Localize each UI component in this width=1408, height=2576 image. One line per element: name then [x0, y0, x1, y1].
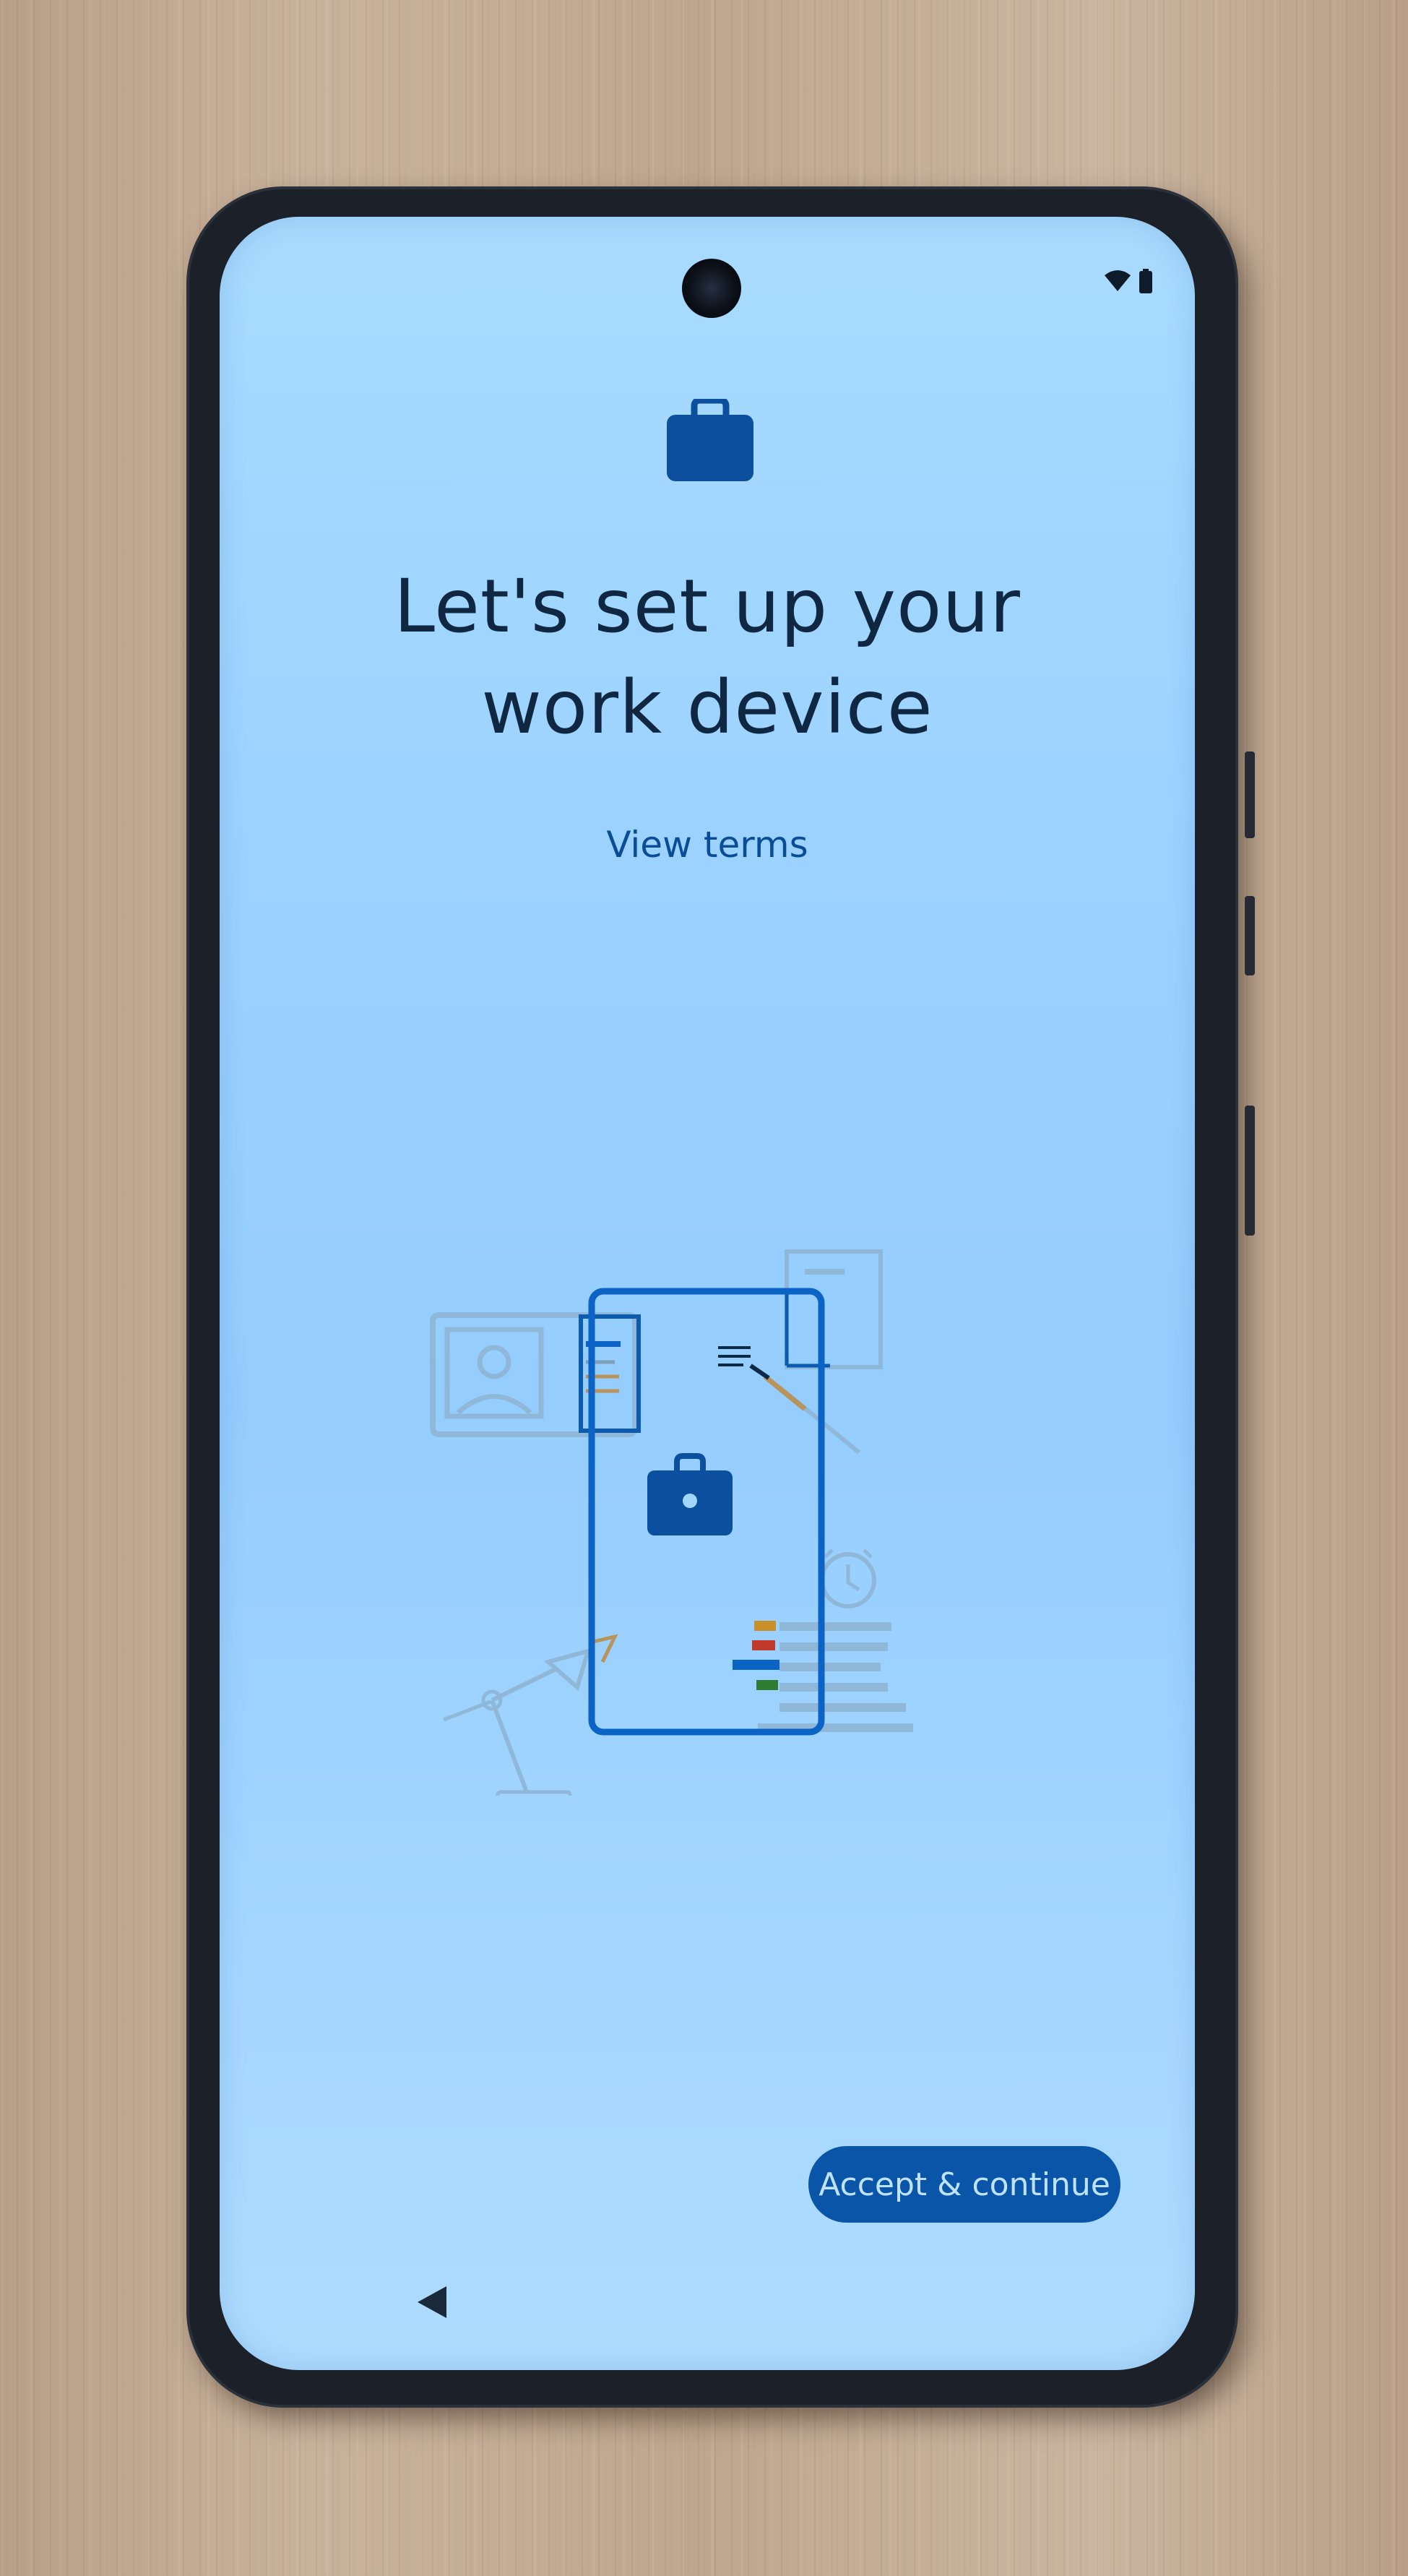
- back-triangle-icon[interactable]: [416, 2285, 448, 2323]
- id-card-graphic: [430, 1312, 641, 1437]
- wifi-icon: [1104, 270, 1131, 296]
- status-bar: [1104, 269, 1153, 297]
- side-key: [1245, 1106, 1255, 1236]
- power-button: [1245, 896, 1255, 975]
- document-graphic: [785, 1249, 883, 1369]
- alarm-clock-graphic: [820, 1548, 876, 1608]
- phone-briefcase-icon: [647, 1453, 733, 1535]
- front-camera: [682, 259, 741, 318]
- page-title: Let's set up your work device: [394, 564, 1021, 751]
- briefcase-icon: [665, 397, 755, 486]
- view-terms-link[interactable]: View terms: [220, 824, 1195, 866]
- battery-icon: [1139, 269, 1153, 297]
- device-screen: Let's set up your work device View terms: [220, 217, 1195, 2370]
- volume-button: [1245, 751, 1255, 838]
- work-device-setup-illustration: [426, 1246, 1003, 1812]
- accept-and-continue-button[interactable]: Accept & continue: [808, 2146, 1120, 2223]
